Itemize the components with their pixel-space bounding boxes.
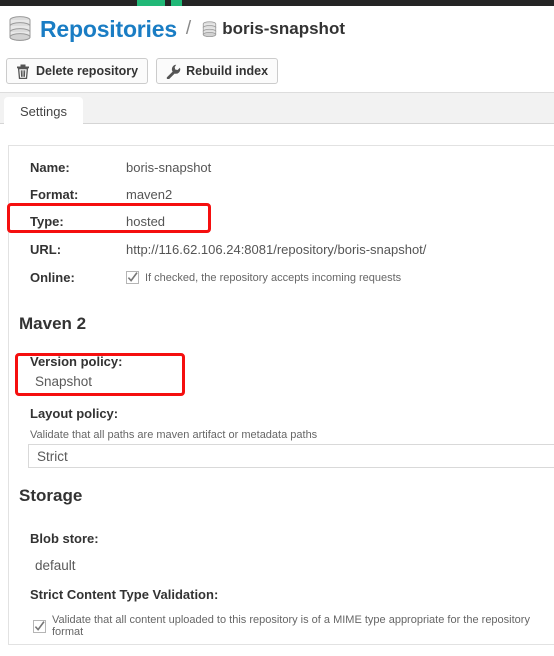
toolbar: Delete repository Rebuild index — [6, 58, 279, 84]
strict-content-type-label: Strict Content Type Validation: — [30, 587, 219, 602]
wrench-icon — [166, 64, 181, 79]
blob-store-label: Blob store: — [30, 531, 99, 546]
version-policy-label: Version policy: — [30, 354, 123, 369]
breadcrumb-separator: / — [185, 18, 192, 39]
layout-policy-label: Layout policy: — [30, 406, 119, 421]
rebuild-index-label: Rebuild index — [186, 64, 269, 78]
url-value: http://116.62.106.24:8081/repository/bor… — [126, 242, 427, 257]
type-label: Type: — [30, 214, 64, 229]
tab-settings[interactable]: Settings — [4, 97, 83, 125]
field-row-url: URL: http://116.62.106.24:8081/repositor… — [9, 236, 549, 263]
storage-section-heading: Storage — [19, 486, 83, 505]
field-row-online: Online: If checked, the repository accep… — [9, 264, 549, 291]
online-checkbox[interactable] — [126, 271, 139, 284]
repository-settings-panel: Name: boris-snapshot Format: maven2 Type… — [8, 145, 554, 645]
delete-repository-label: Delete repository — [36, 64, 139, 78]
field-row-name: Name: boris-snapshot — [9, 154, 549, 181]
strict-content-checkbox[interactable] — [33, 619, 46, 633]
delete-repository-button[interactable]: Delete repository — [6, 58, 149, 84]
tab-bar: Settings — [0, 92, 554, 125]
blob-store-value[interactable]: default — [35, 558, 76, 573]
name-value: boris-snapshot — [126, 160, 212, 175]
online-label: Online: — [30, 270, 75, 285]
version-policy-value[interactable]: Snapshot — [35, 374, 92, 389]
format-label: Format: — [30, 187, 79, 202]
layout-policy-hint: Validate that all paths are maven artifa… — [30, 429, 318, 441]
breadcrumb: Repositories / boris-snapshot — [0, 6, 554, 52]
online-checkbox-group[interactable]: If checked, the repository accepts incom… — [126, 271, 401, 284]
database-icon — [8, 16, 32, 42]
layout-policy-select[interactable]: Strict — [28, 444, 554, 468]
format-value: maven2 — [126, 187, 173, 202]
field-row-type: Type: hosted — [9, 208, 549, 235]
strict-content-checkbox-group[interactable]: Validate that all content uploaded to th… — [33, 614, 554, 638]
url-label: URL: — [30, 242, 62, 257]
type-value: hosted — [126, 214, 166, 229]
maven-section-heading: Maven 2 — [19, 314, 87, 333]
tab-settings-label: Settings — [20, 103, 67, 119]
trash-icon — [16, 64, 30, 79]
online-checkbox-text: If checked, the repository accepts incom… — [145, 271, 402, 284]
breadcrumb-root-link[interactable]: Repositories — [40, 16, 177, 43]
database-icon — [202, 20, 217, 38]
name-label: Name: — [30, 160, 70, 175]
field-row-format: Format: maven2 — [9, 181, 549, 208]
breadcrumb-current-item: boris-snapshot — [222, 19, 345, 38]
rebuild-index-button[interactable]: Rebuild index — [156, 58, 279, 84]
strict-content-checkbox-text: Validate that all content uploaded to th… — [52, 614, 530, 638]
